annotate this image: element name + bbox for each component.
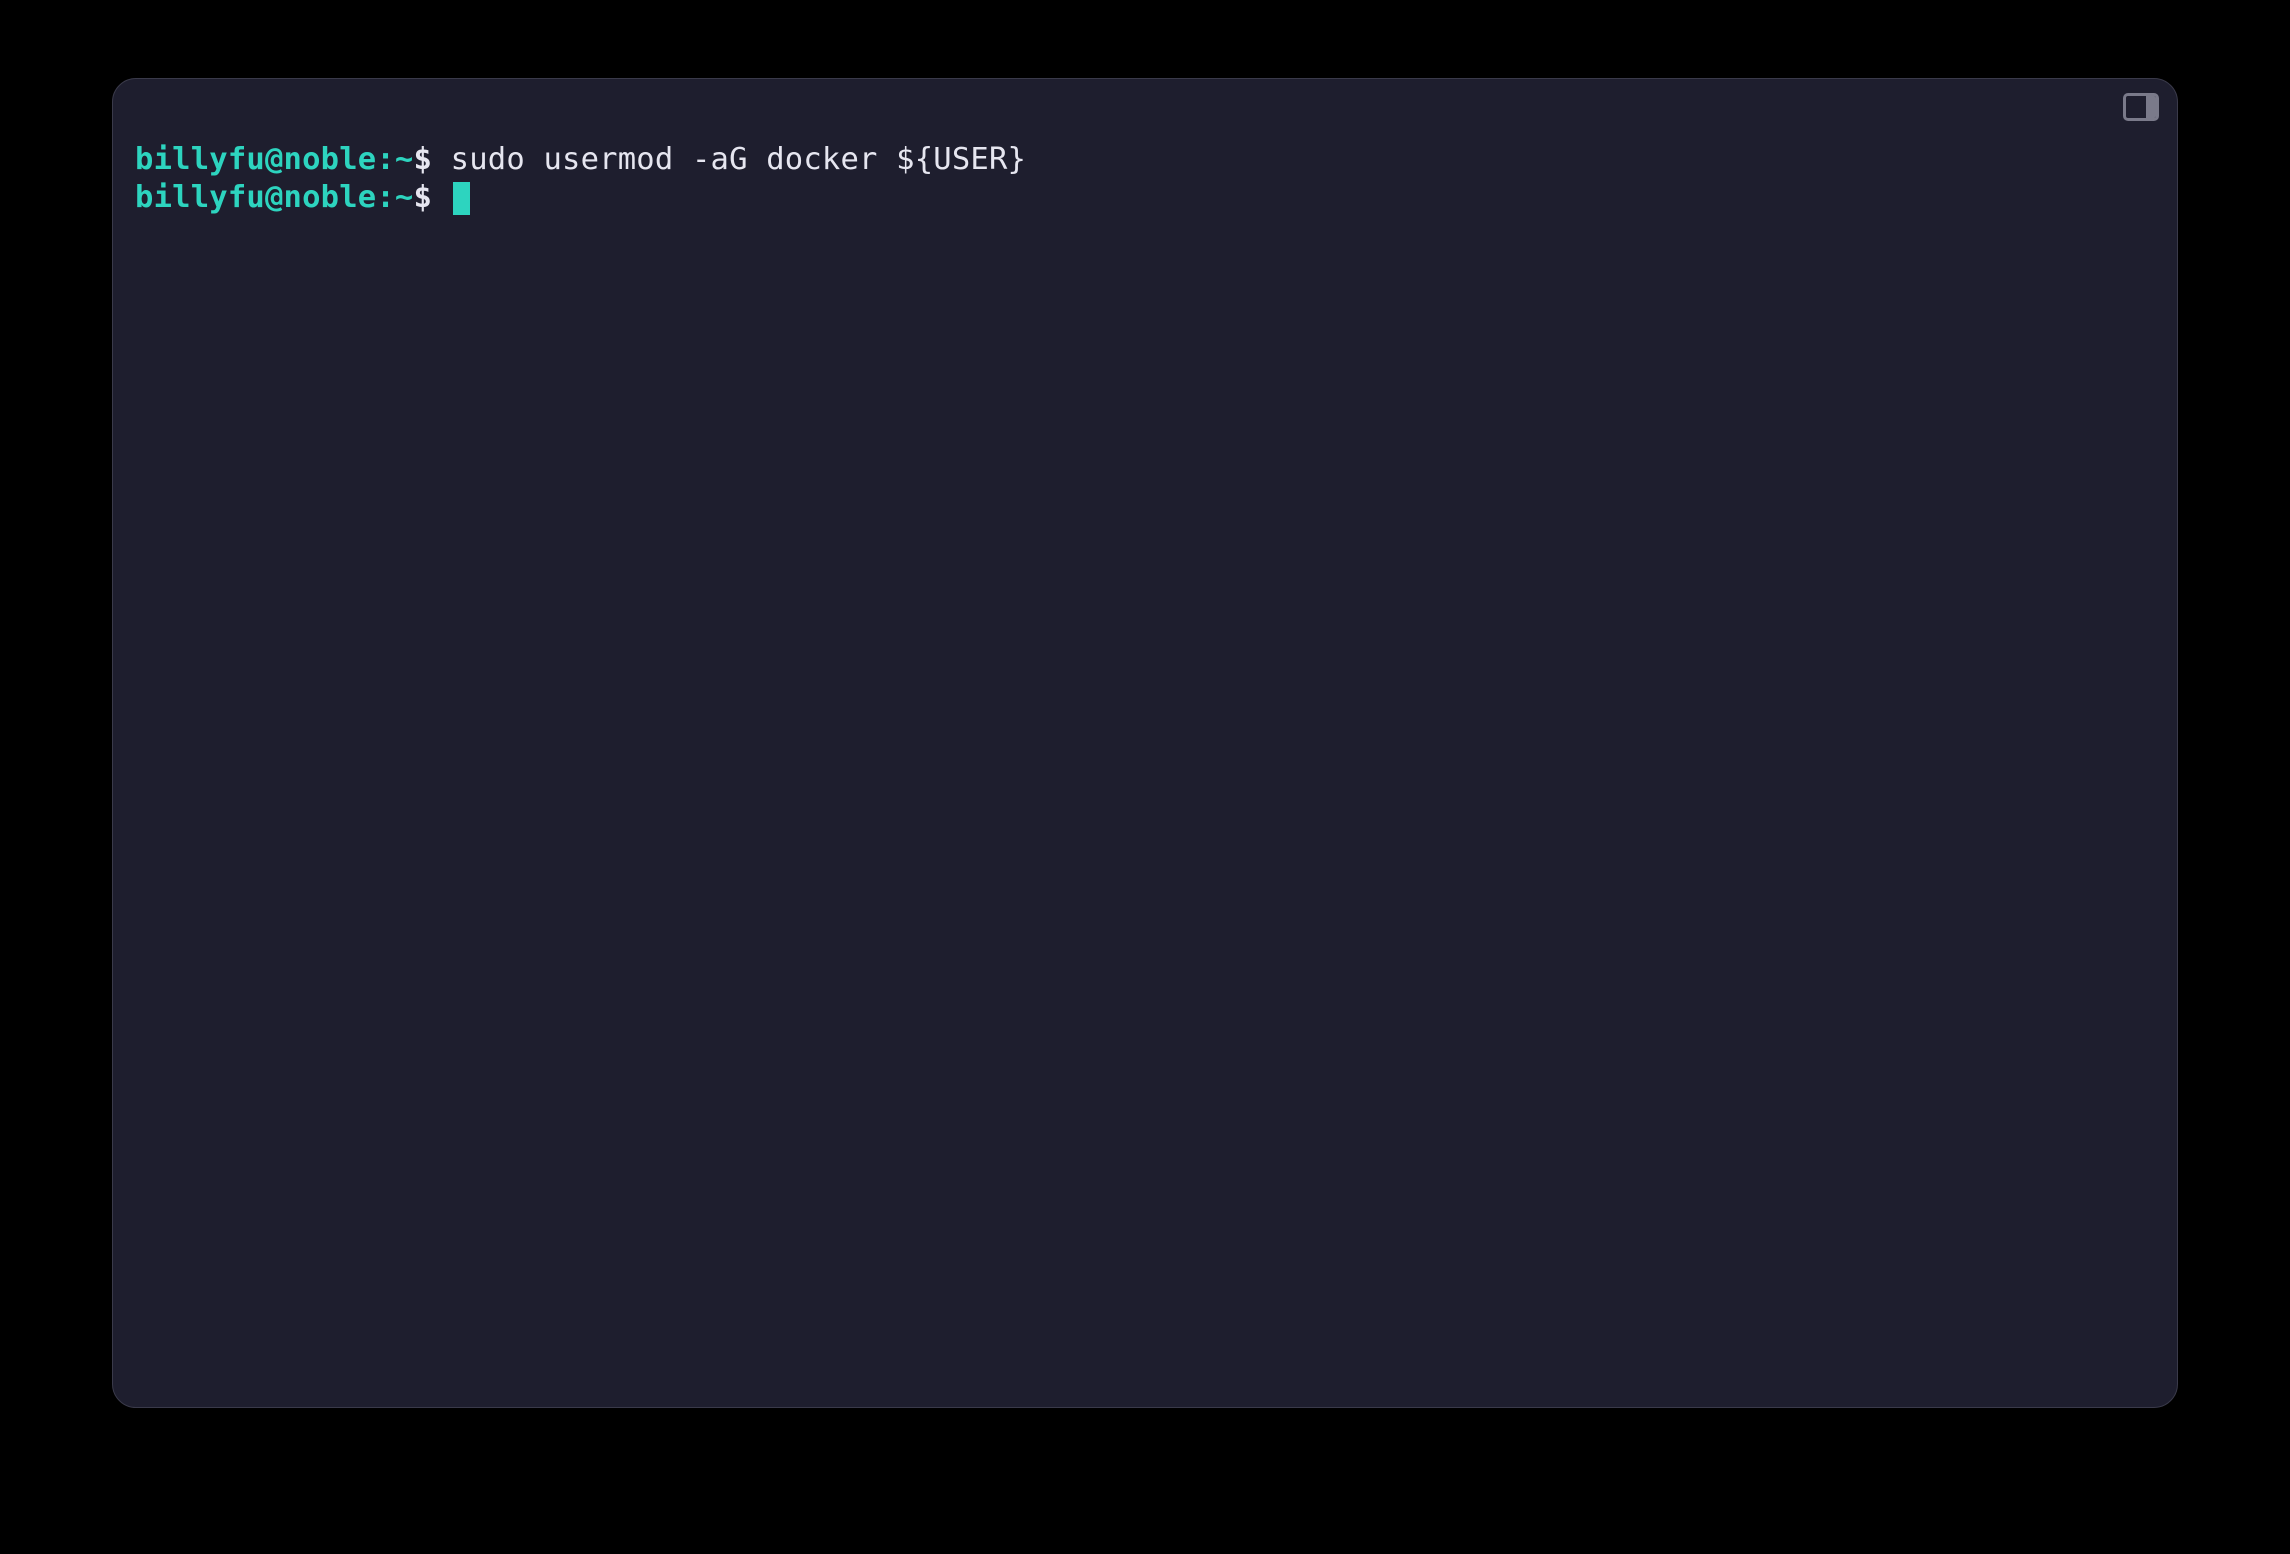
prompt-path: ~ [395,142,414,177]
prompt-dollar: $ [413,142,432,177]
prompt-path: ~ [395,180,414,215]
prompt-dollar: $ [413,180,432,215]
prompt-userhost: billyfu@noble [135,180,376,215]
prompt-sep: : [376,180,395,215]
terminal-content[interactable]: billyfu@noble:~$ sudo usermod -aG docker… [113,79,2177,239]
titlebar [2123,93,2159,121]
prompt-sep: : [376,142,395,177]
prompt-userhost: billyfu@noble [135,142,376,177]
terminal-window[interactable]: billyfu@noble:~$ sudo usermod -aG docker… [112,78,2178,1408]
terminal-line: billyfu@noble:~$ sudo usermod -aG docker… [135,141,2155,179]
cursor-block [453,182,470,215]
terminal-line: billyfu@noble:~$ [135,179,2155,217]
panel-toggle-icon[interactable] [2123,93,2159,121]
command-text: sudo usermod -aG docker ${USER} [432,142,1026,177]
command-text [432,180,451,215]
